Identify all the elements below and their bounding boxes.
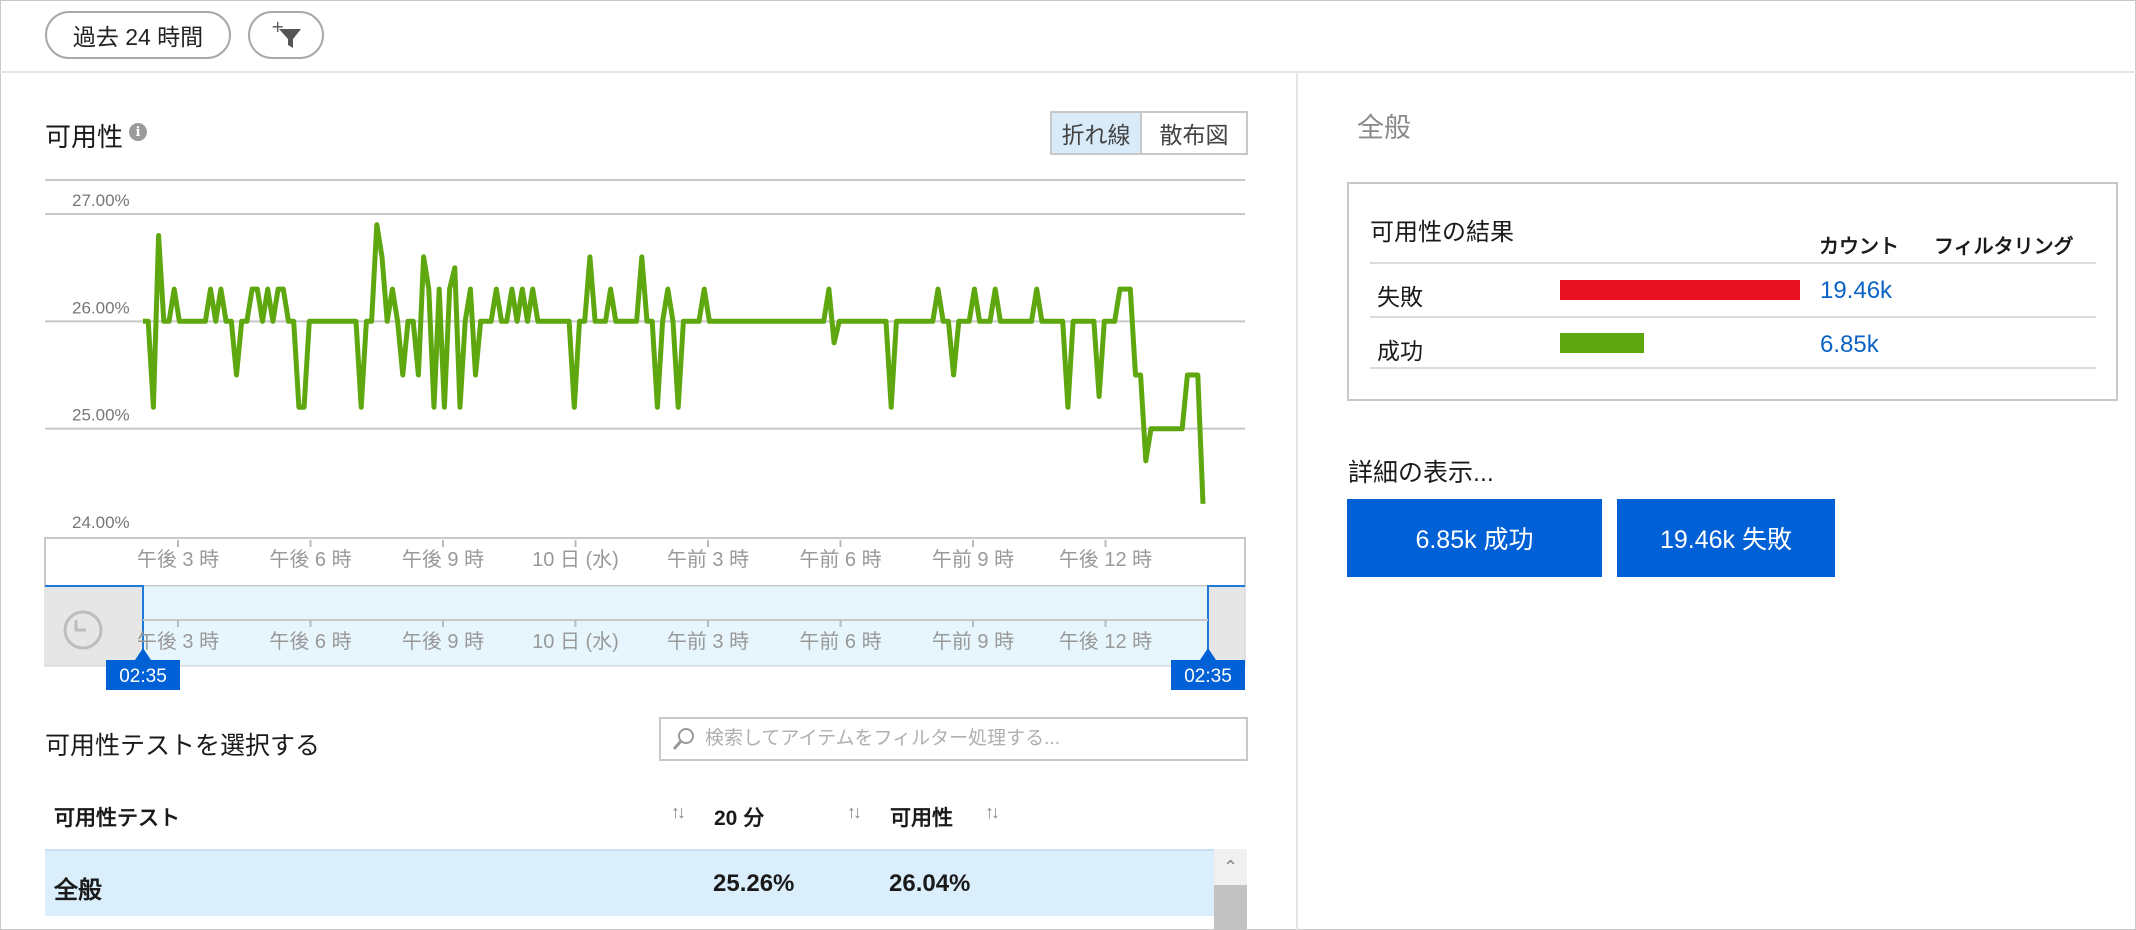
x-tick-label: 午後 12 時 [1059, 548, 1152, 571]
y-tick-label: 24.00% [72, 513, 130, 532]
x-tick-label: 午後 9 時 [402, 548, 484, 571]
results-divider [1370, 367, 2096, 369]
sort-icon[interactable]: ↑↓ [671, 802, 686, 823]
test-search-box [659, 717, 1248, 761]
count-column-header: カウント [1819, 236, 1899, 258]
x-tick-label: 午前 6 時 [799, 630, 881, 653]
x-tick-label: 午前 6 時 [799, 548, 881, 571]
success-bar [1560, 333, 1645, 353]
results-divider [1370, 316, 2096, 318]
success-count-link[interactable]: 6.85k [1820, 331, 1879, 359]
row-availability-value: 26.04% [889, 870, 971, 897]
x-tick-label: 午後 6 時 [269, 548, 351, 571]
filtering-column-header: フィルタリング [1934, 236, 2074, 258]
select-tests-title: 可用性テストを選択する [45, 732, 321, 760]
sort-icon[interactable]: ↑↓ [847, 802, 862, 823]
details-label: 詳細の表示... [1348, 459, 1494, 487]
x-tick-label: 午後 6 時 [269, 630, 351, 653]
scrollbar-thumb[interactable] [1214, 885, 1247, 930]
search-input[interactable] [705, 728, 1245, 750]
result-label-failed: 失敗 [1377, 284, 1423, 310]
y-tick-label: 25.00% [72, 406, 130, 425]
overview-title: 全般 [1357, 113, 1411, 143]
brush-outside-right [1208, 587, 1244, 665]
results-divider [1370, 262, 2096, 264]
results-title: 可用性の結果 [1370, 219, 1514, 246]
x-tick-label: 午後 3 時 [137, 630, 219, 653]
x-tick-label: 午前 3 時 [667, 630, 749, 653]
result-label-success: 成功 [1377, 338, 1423, 364]
x-tick-label: 午後 3 時 [137, 548, 219, 571]
view-success-button[interactable]: 6.85k 成功 [1347, 499, 1602, 577]
x-tick-label: 午後 9 時 [402, 630, 484, 653]
failed-count-link[interactable]: 19.46k [1820, 277, 1892, 305]
y-tick-label: 26.00% [72, 298, 130, 317]
row-20min-value: 25.26% [713, 870, 795, 897]
availability-series-line [143, 222, 1206, 504]
row-test-name: 全般 [54, 877, 102, 904]
column-header-availability[interactable]: 可用性 [890, 802, 953, 832]
y-axis-labels: 27.00% 26.00% 25.00% 24.00% [72, 191, 130, 532]
brush-outside-left [45, 587, 143, 665]
x-tick-label: 午前 9 時 [932, 630, 1014, 653]
sort-icon[interactable]: ↑↓ [985, 802, 1000, 823]
brush-start-label: 02:35 [119, 666, 167, 687]
y-tick-label: 27.00% [72, 191, 130, 210]
failed-bar [1560, 280, 1800, 300]
column-header-20min[interactable]: 20 分 [714, 802, 764, 832]
x-tick-label: 午後 12 時 [1059, 630, 1152, 653]
x-tick-label: 午前 9 時 [932, 548, 1014, 571]
x-tick-label: 10 日 (水) [532, 630, 619, 653]
availability-chart: 27.00%26.00%25.00%24.00% 午後 3 時午後 6 時午後 … [44, 179, 1246, 690]
brush-end-label: 02:35 [1184, 666, 1232, 687]
view-failure-button[interactable]: 19.46k 失敗 [1617, 499, 1835, 577]
column-header-test[interactable]: 可用性テスト [54, 802, 180, 832]
x-tick-label: 10 日 (水) [532, 548, 619, 571]
x-tick-label: 午前 3 時 [667, 548, 749, 571]
scroll-up-icon[interactable]: ⌃ [1214, 849, 1247, 885]
search-icon [672, 728, 694, 750]
table-row[interactable] [45, 849, 1215, 916]
brush-area [44, 585, 1246, 667]
